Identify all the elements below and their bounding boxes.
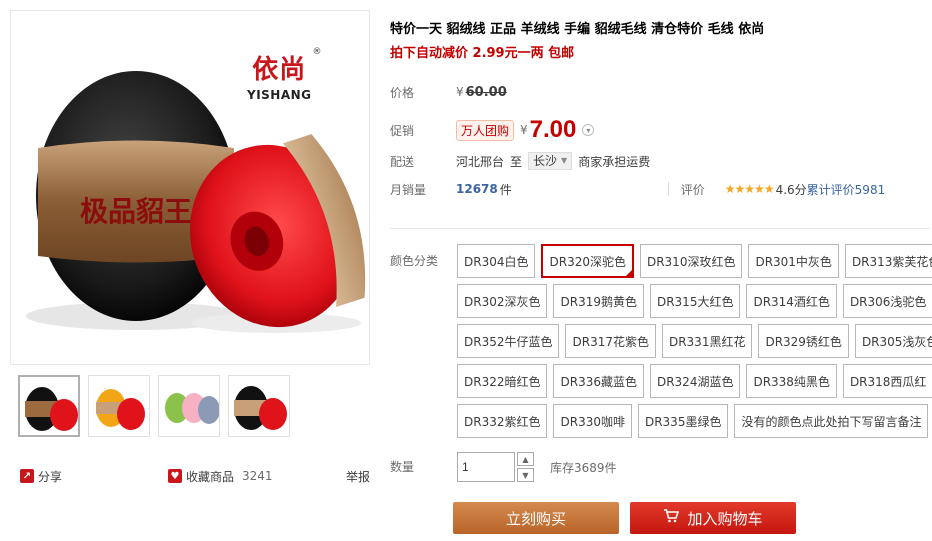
product-info: 特价一天 貂绒线 正品 羊绒线 手编 貂绒毛线 清仓特价 毛线 依尚 拍下自动减… <box>390 20 930 200</box>
share-button[interactable]: ↗ 分享 <box>20 468 62 485</box>
color-option[interactable]: DR336藏蓝色 <box>553 364 644 398</box>
price-currency: ¥ <box>456 85 464 99</box>
buy-now-button[interactable]: 立刻购买 <box>453 502 619 534</box>
main-product-image[interactable]: 极品貂王 依尚 ® YISHANG <box>10 10 370 365</box>
svg-text:极品貂王: 极品貂王 <box>80 195 192 228</box>
color-row-5: DR332紫红色 DR330咖啡 DR335墨绿色 没有的颜色点此处拍下写留言备… <box>457 404 929 438</box>
color-option[interactable]: DR319鹅黄色 <box>553 284 644 318</box>
favorite-label: 收藏商品 <box>186 469 235 484</box>
product-title: 特价一天 貂绒线 正品 羊绒线 手编 貂绒毛线 清仓特价 毛线 依尚 <box>390 22 765 37</box>
color-option[interactable]: DR315大红色 <box>649 284 741 318</box>
color-option[interactable]: DR301中灰色 <box>748 244 839 278</box>
promo-row: 促销 万人团购 ¥ 7.00 ▾ <box>390 116 930 144</box>
destination-value: 长沙 <box>533 154 558 168</box>
product-subtitle: 拍下自动减价 2.99元一两 包邮 <box>390 46 575 61</box>
quantity-input[interactable] <box>457 452 515 482</box>
color-row-2: DR302深灰色 DR319鹅黄色 DR315大红色 DR314酒红色 DR30… <box>457 284 932 318</box>
shipping-origin: 河北邢台 <box>456 154 505 169</box>
color-option[interactable]: DR317花紫色 <box>565 324 656 358</box>
quantity-label: 数量 <box>390 460 415 474</box>
caret-down-icon: ▼ <box>561 156 568 165</box>
color-row-4: DR322暗红色 DR336藏蓝色 DR324湖蓝色 DR338纯黑色 DR31… <box>457 364 932 398</box>
color-option-label: DR320深驼色 <box>549 254 626 269</box>
shipping-label: 配送 <box>390 154 415 169</box>
color-option[interactable]: DR318西瓜红 <box>842 364 932 398</box>
shipping-to-word: 至 <box>510 154 523 169</box>
divider <box>667 182 669 196</box>
color-row-3: DR352牛仔蓝色 DR317花紫色 DR331黑红花 DR329锈红色 DR3… <box>457 324 932 358</box>
share-label: 分享 <box>38 469 63 484</box>
quantity-stepper: ▲ ▼ 库存3689件 <box>457 452 617 482</box>
color-option[interactable]: DR330咖啡 <box>553 404 632 438</box>
promo-label: 促销 <box>390 123 415 138</box>
rating-label: 评价 <box>680 182 705 197</box>
color-option[interactable]: DR324湖蓝色 <box>649 364 741 398</box>
sales-rating-row: 月销量 12678 件 评价 ★★★★★ 4.6分 累计评价5981 <box>390 178 930 200</box>
color-option[interactable]: DR314酒红色 <box>746 284 837 318</box>
registered-mark: ® <box>312 47 322 57</box>
monthly-sales: 12678 <box>456 182 498 196</box>
sales-label: 月销量 <box>390 182 427 197</box>
thumbnail-4[interactable] <box>228 375 290 437</box>
color-option[interactable]: DR335墨绿色 <box>637 404 729 438</box>
brand-name-en: YISHANG <box>247 88 312 102</box>
color-option[interactable]: DR352牛仔蓝色 <box>457 324 560 358</box>
color-option[interactable]: DR302深灰色 <box>457 284 548 318</box>
gallery-actions: ↗ 分享 ♥ 收藏商品 3241 举报 <box>20 466 370 486</box>
brand-name-cn: 依尚 <box>252 55 307 85</box>
color-label: 颜色分类 <box>390 254 439 268</box>
rating-score: 4.6分 <box>775 182 807 197</box>
favorite-button[interactable]: ♥ 收藏商品 3241 <box>168 468 273 485</box>
color-option[interactable]: DR332紫红色 <box>457 404 548 438</box>
promo-currency: ¥ <box>520 123 528 137</box>
thumbnail-1[interactable] <box>18 375 80 437</box>
color-option[interactable]: DR322暗红色 <box>457 364 548 398</box>
product-gallery: 极品貂王 依尚 ® YISHANG ↗ 分享 ♥ 收藏商品 3241 举报 <box>10 10 370 484</box>
promo-price: 7.00 <box>529 116 577 143</box>
thumbnail-2[interactable] <box>88 375 150 437</box>
color-option[interactable]: DR329锈红色 <box>758 324 849 358</box>
report-link[interactable]: 举报 <box>346 468 370 485</box>
color-option[interactable]: DR331黑红花 <box>661 324 753 358</box>
quantity-buttons: ▲ ▼ <box>517 452 534 482</box>
cart-icon <box>663 509 680 527</box>
shipping-row: 配送 河北邢台 至 长沙 ▼ 商家承担运费 <box>390 150 930 172</box>
color-option[interactable]: DR338纯黑色 <box>746 364 837 398</box>
rating-stars-icon: ★★★★★ <box>724 182 775 196</box>
decrease-icon[interactable]: ▼ <box>517 468 534 482</box>
shipping-fee: 商家承担运费 <box>578 154 651 169</box>
yarn-illustration: 极品貂王 <box>26 71 366 333</box>
color-option[interactable]: DR306浅驼色 <box>842 284 932 318</box>
brand-logo: 依尚 ® YISHANG <box>247 47 322 102</box>
add-to-cart-label: 加入购物车 <box>687 509 763 528</box>
add-to-cart-button[interactable]: 加入购物车 <box>630 502 796 534</box>
selected-check-icon <box>624 269 633 277</box>
color-option-selected[interactable]: DR320深驼色 <box>541 244 634 278</box>
color-option[interactable]: DR310深玫红色 <box>639 244 743 278</box>
color-option[interactable]: DR305浅灰色 <box>854 324 932 358</box>
sales-unit: 件 <box>499 182 512 197</box>
color-option-other[interactable]: 没有的颜色点此处拍下写留言备注 <box>734 404 929 438</box>
thumbnail-3[interactable] <box>158 375 220 437</box>
increase-icon[interactable]: ▲ <box>517 452 534 466</box>
stock-count: 库存3689件 <box>550 460 617 475</box>
thumbnail-strip <box>18 375 290 437</box>
share-icon: ↗ <box>20 469 34 483</box>
price-row: 价格 ¥ 60.00 <box>390 82 930 102</box>
color-options: DR304白色 DR320深驼色 DR310深玫红色 DR301中灰色 DR31… <box>457 244 932 444</box>
color-option[interactable]: DR304白色 <box>457 244 536 278</box>
destination-select[interactable]: 长沙 ▼ <box>528 152 573 170</box>
chevron-down-icon[interactable]: ▾ <box>582 124 595 136</box>
original-price: 60.00 <box>465 84 507 100</box>
section-divider <box>390 228 930 229</box>
reviews-link[interactable]: 累计评价5981 <box>807 181 886 198</box>
favorite-icon: ♥ <box>168 469 183 483</box>
price-label: 价格 <box>390 85 415 100</box>
favorite-count: 3241 <box>242 469 273 483</box>
color-option[interactable]: DR313紫芙花色 <box>844 244 932 278</box>
group-buy-badge: 万人团购 <box>456 119 515 141</box>
color-row-1: DR304白色 DR320深驼色 DR310深玫红色 DR301中灰色 DR31… <box>457 244 932 278</box>
